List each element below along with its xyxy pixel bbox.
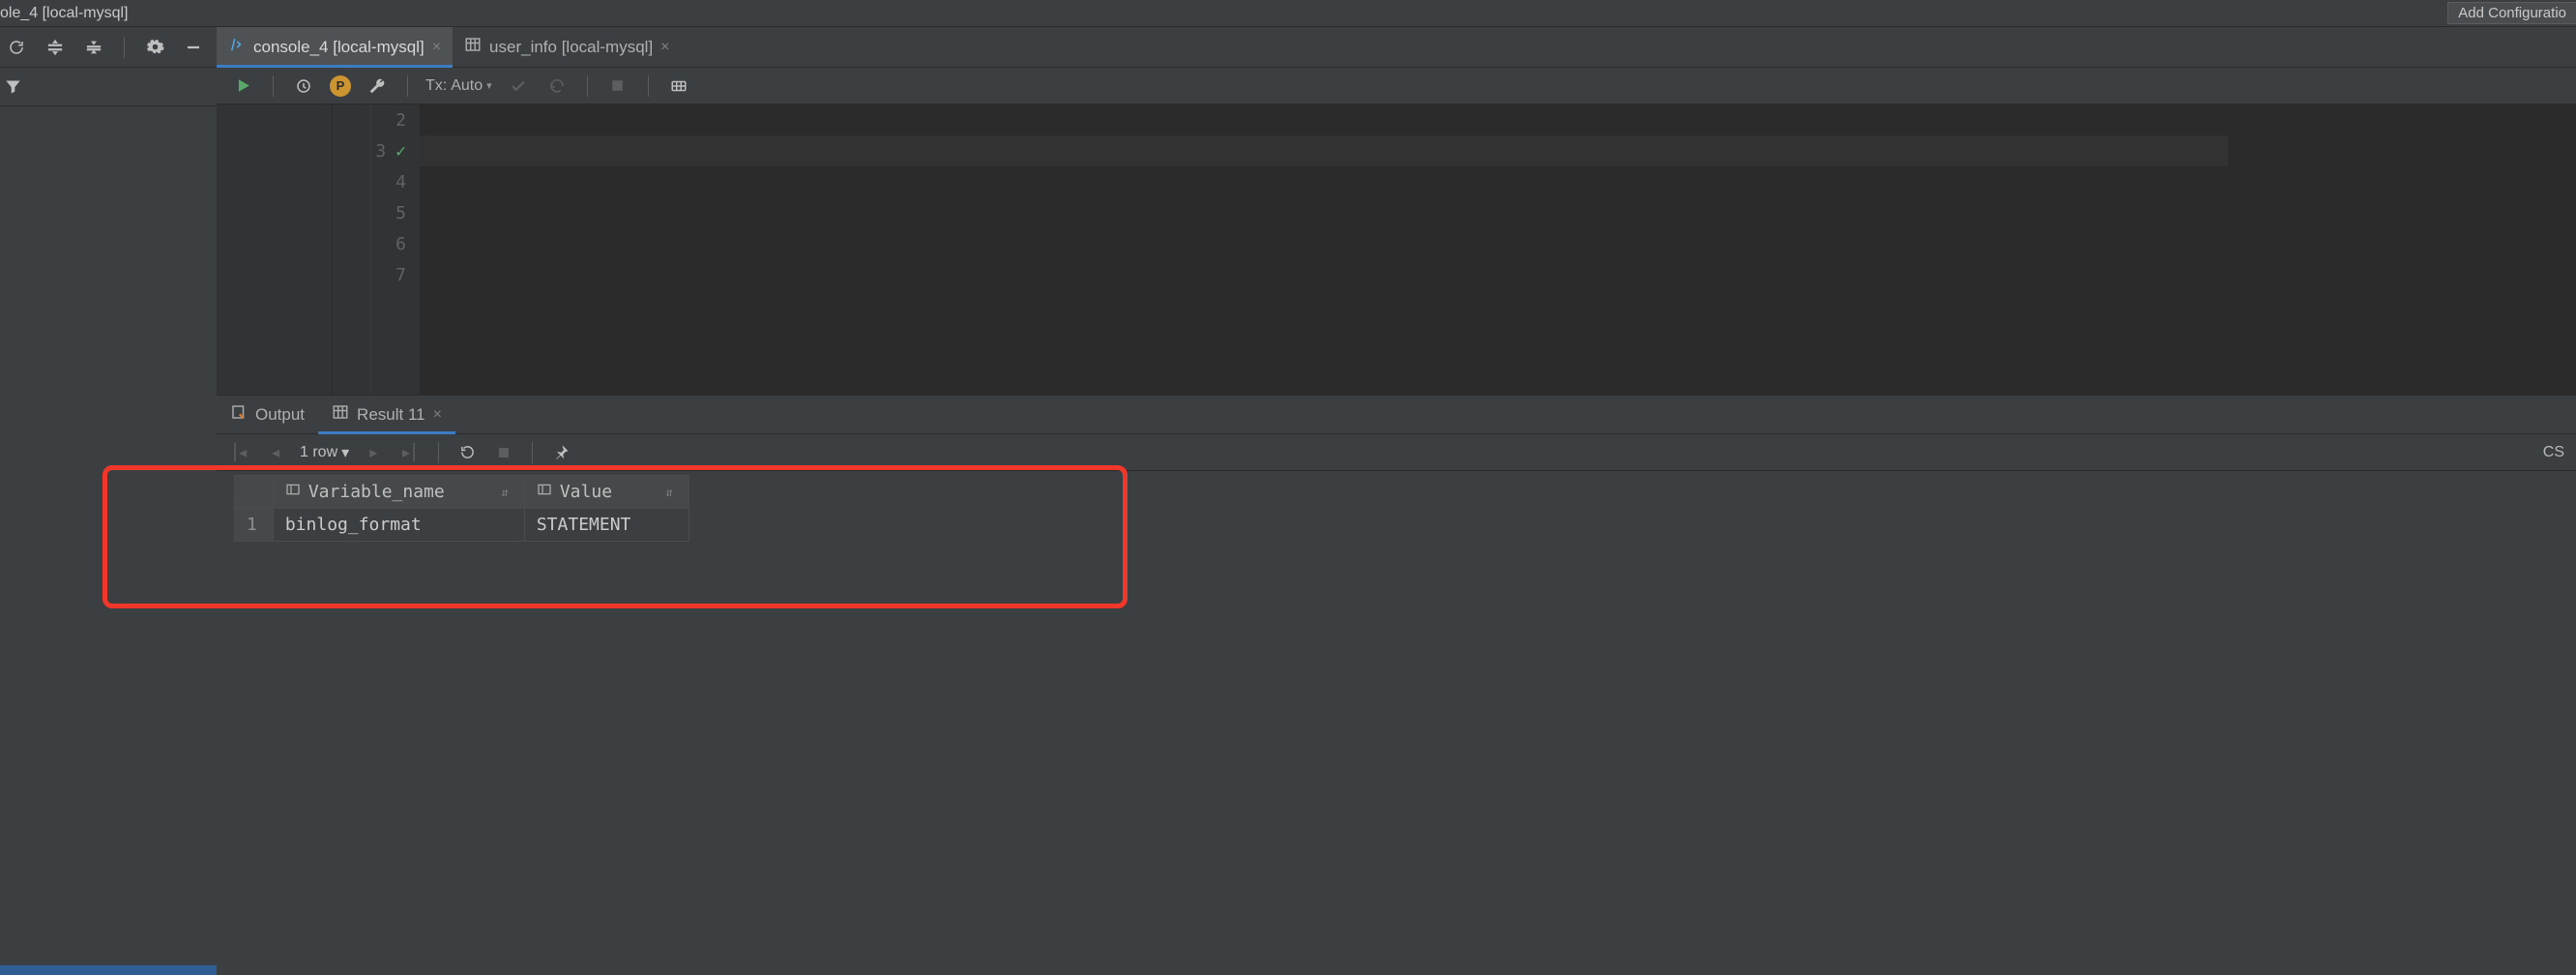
cell-variable-name[interactable]: binlog_format xyxy=(273,509,524,542)
main-layout: console_4 [local-mysql] × user_info [loc… xyxy=(0,27,2576,975)
first-page-icon[interactable]: ⎮◂ xyxy=(226,440,251,465)
left-sidebar xyxy=(0,27,217,975)
gutter: 2 3 ✓ 4 5 6 7 xyxy=(333,104,420,395)
left-toolbar xyxy=(0,27,217,68)
line-number: 7 xyxy=(395,265,406,285)
separator xyxy=(648,75,649,97)
tab-output[interactable]: Output xyxy=(217,396,318,433)
editor-toolbar: P Tx: Auto ▾ xyxy=(217,68,2576,104)
pin-icon[interactable] xyxy=(548,440,573,465)
tab-label: user_info [local-mysql] xyxy=(489,38,653,57)
pending-icon[interactable]: P xyxy=(330,75,351,97)
line-number: 3 xyxy=(375,141,386,162)
status-bar-accent xyxy=(0,965,217,975)
separator xyxy=(124,37,125,58)
explain-plan-icon[interactable] xyxy=(666,74,691,99)
row-number-header xyxy=(235,476,274,509)
column-icon xyxy=(285,482,301,502)
commit-icon[interactable] xyxy=(506,74,531,99)
separator xyxy=(273,75,274,97)
chevron-down-icon: ▾ xyxy=(486,79,492,92)
prev-page-icon[interactable]: ◂ xyxy=(263,440,288,465)
column-header-value[interactable]: Value ⇵ xyxy=(524,476,688,509)
line-number: 5 xyxy=(395,203,406,223)
minimize-icon[interactable] xyxy=(181,35,206,60)
refresh-icon[interactable] xyxy=(4,35,29,60)
sql-console-icon xyxy=(228,36,246,58)
next-page-icon[interactable]: ▸ xyxy=(361,440,386,465)
check-icon: ✓ xyxy=(395,141,406,162)
editor-area: console_4 [local-mysql] × user_info [loc… xyxy=(217,27,2576,975)
window-title: ole_4 [local-mysql] xyxy=(0,5,129,22)
row-number: 1 xyxy=(235,509,274,542)
code-editor[interactable]: 2 3 ✓ 4 5 6 7 show variables like 'binlog… xyxy=(217,104,2576,395)
stop-icon[interactable] xyxy=(605,74,630,99)
history-icon[interactable] xyxy=(291,74,316,99)
column-header-variable-name[interactable]: Variable_name ⇵ xyxy=(273,476,524,509)
tx-label-value: Auto xyxy=(451,77,483,95)
close-icon[interactable]: × xyxy=(660,40,669,55)
line-number: 4 xyxy=(395,172,406,192)
table-icon xyxy=(332,403,349,426)
close-icon[interactable]: × xyxy=(433,407,442,423)
column-label: Value xyxy=(560,482,612,502)
result-toolbar: ⎮◂ ◂ 1 row ▾ ▸ ▸⎮ CS xyxy=(217,434,2576,471)
rollback-icon[interactable] xyxy=(544,74,570,99)
tx-label-prefix: Tx: xyxy=(425,77,447,95)
tx-mode-dropdown[interactable]: Tx: Auto ▾ xyxy=(425,77,492,95)
sort-icon: ⇵ xyxy=(666,486,673,499)
results-grid[interactable]: Variable_name ⇵ Value xyxy=(234,475,689,542)
separator xyxy=(407,75,408,97)
cell-value[interactable]: STATEMENT xyxy=(524,509,688,542)
current-line-highlight xyxy=(420,135,2228,166)
left-filter-bar xyxy=(0,68,217,106)
tab-label: console_4 [local-mysql] xyxy=(253,38,424,57)
column-icon xyxy=(537,482,552,502)
run-icon[interactable] xyxy=(230,74,255,99)
export-csv-label[interactable]: CS xyxy=(2543,444,2566,461)
stop-icon[interactable] xyxy=(491,440,516,465)
tab-user-info[interactable]: user_info [local-mysql] × xyxy=(453,27,681,67)
results-body: Variable_name ⇵ Value xyxy=(217,471,2576,975)
separator xyxy=(438,442,439,463)
rows-count-label: 1 row xyxy=(300,444,337,461)
filter-icon[interactable] xyxy=(0,74,25,100)
reload-icon[interactable] xyxy=(454,440,480,465)
collapse-icon[interactable] xyxy=(81,35,106,60)
separator xyxy=(532,442,533,463)
line-number: 6 xyxy=(395,234,406,254)
wrench-icon[interactable] xyxy=(365,74,390,99)
tab-output-label: Output xyxy=(255,405,305,425)
results-table[interactable]: Variable_name ⇵ Value xyxy=(234,475,689,542)
gutter-margin xyxy=(217,104,333,395)
line-number: 2 xyxy=(395,110,406,131)
gear-icon[interactable] xyxy=(142,35,167,60)
editor-tab-strip: console_4 [local-mysql] × user_info [loc… xyxy=(217,27,2576,68)
result-panel: Output Result 11 × ⎮◂ ◂ 1 row ▾ ▸ xyxy=(217,395,2576,975)
result-tab-strip: Output Result 11 × xyxy=(217,396,2576,434)
table-row[interactable]: 1 binlog_format STATEMENT xyxy=(235,509,689,542)
expand-icon[interactable] xyxy=(43,35,68,60)
table-icon xyxy=(464,36,482,58)
chevron-down-icon: ▾ xyxy=(341,443,349,462)
tab-console-4[interactable]: console_4 [local-mysql] × xyxy=(217,27,453,67)
tab-result[interactable]: Result 11 × xyxy=(318,396,455,433)
title-bar: ole_4 [local-mysql] Add Configuratio xyxy=(0,0,2576,27)
separator xyxy=(587,75,588,97)
rows-count-dropdown[interactable]: 1 row ▾ xyxy=(300,443,349,462)
sort-icon: ⇵ xyxy=(502,486,509,499)
close-icon[interactable]: × xyxy=(432,40,441,55)
last-page-icon[interactable]: ▸⎮ xyxy=(397,440,423,465)
column-label: Variable_name xyxy=(308,482,445,502)
output-icon xyxy=(230,403,248,426)
tab-result-label: Result 11 xyxy=(357,405,425,425)
code-text-area[interactable]: show variables like 'binlog_format'; xyxy=(420,104,2576,395)
add-configuration-button[interactable]: Add Configuratio xyxy=(2447,2,2576,24)
